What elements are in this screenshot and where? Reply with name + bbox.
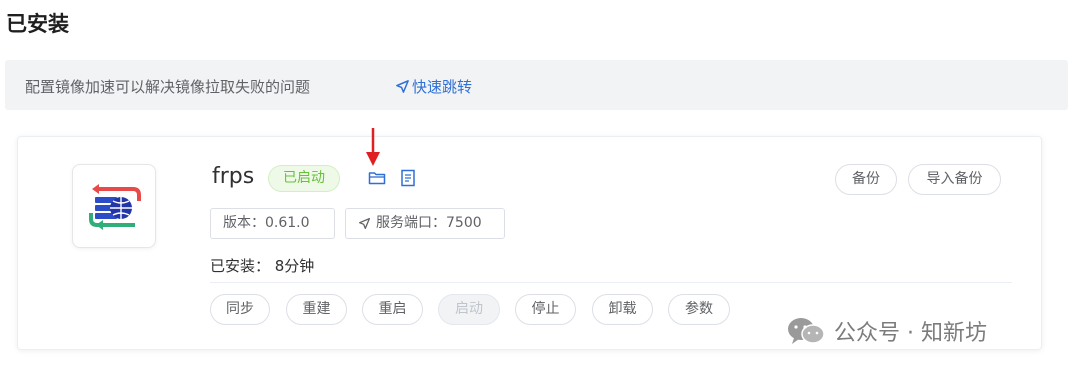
frps-logo-icon <box>89 184 141 230</box>
stop-button[interactable]: 停止 <box>515 294 576 325</box>
restart-button[interactable]: 重启 <box>362 294 423 325</box>
quick-jump-label: 快速跳转 <box>412 78 473 96</box>
watermark-text: 公众号 · 知新坊 <box>834 321 987 346</box>
status-badge: 已启动 <box>268 165 340 192</box>
watermark: 公众号 · 知新坊 <box>786 315 987 347</box>
send-icon <box>358 217 371 230</box>
uninstall-button[interactable]: 卸载 <box>592 294 653 325</box>
page-title: 已安装 <box>6 12 69 36</box>
start-button: 启动 <box>438 294 500 325</box>
mirror-notice-bar: 配置镜像加速可以解决镜像拉取失败的问题 快速跳转 <box>5 60 1068 110</box>
service-port-tag[interactable]: 服务端口：7500 <box>345 208 505 239</box>
quick-jump-link[interactable]: 快速跳转 <box>395 76 472 97</box>
service-port-label: 服务端口：7500 <box>376 215 482 231</box>
installed-time: 已安装： 8分钟 <box>210 257 315 275</box>
folder-icon[interactable] <box>368 170 386 190</box>
sync-button[interactable]: 同步 <box>210 294 270 325</box>
params-button[interactable]: 参数 <box>668 294 730 325</box>
red-arrow-annotation <box>366 128 380 166</box>
backup-button[interactable]: 备份 <box>835 164 897 195</box>
app-logo <box>72 164 156 248</box>
rebuild-button[interactable]: 重建 <box>286 294 347 325</box>
send-icon <box>396 80 409 93</box>
wechat-icon <box>788 318 825 344</box>
import-backup-button[interactable]: 导入备份 <box>908 164 1001 195</box>
app-name: frps <box>212 164 255 189</box>
version-tag: 版本：0.61.0 <box>210 208 335 239</box>
card-divider <box>210 282 1012 283</box>
document-icon[interactable] <box>400 169 416 191</box>
notice-text: 配置镜像加速可以解决镜像拉取失败的问题 <box>25 78 311 96</box>
